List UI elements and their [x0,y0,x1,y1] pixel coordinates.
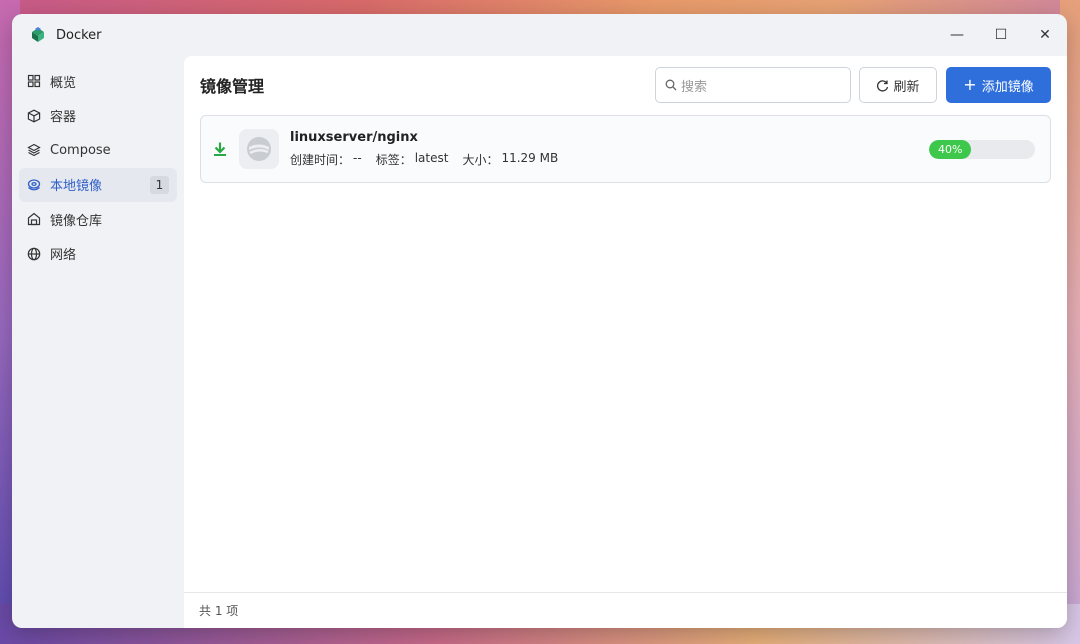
item-count: 共 1 项 [199,604,239,618]
docker-app-icon [32,27,44,42]
sidebar-item-label: 本地镜像 [50,179,103,194]
add-image-label: 添加镜像 [981,79,1034,95]
docker-window: Docker — ☐ ✕ 概览 容器 Compose 本地镜像 1 镜像仓库 网… [12,14,1067,628]
disk-icon [27,178,41,192]
sidebar-item-containers[interactable]: 容器 [19,99,177,133]
layers-icon [27,143,41,157]
sidebar-item-label: 镜像仓库 [50,213,103,229]
size-value: 11.29 MB [501,151,559,165]
grid-icon [27,74,41,88]
sidebar: 概览 容器 Compose 本地镜像 1 镜像仓库 网络 [12,56,184,628]
plus-icon: + [963,75,977,94]
search-icon [665,79,677,91]
sidebar-item-label: 容器 [50,110,77,125]
sidebar-item-label: 网络 [50,248,77,263]
minimize-button[interactable]: — [935,14,979,56]
sidebar-item-registry[interactable]: 镜像仓库 [19,202,177,236]
close-button[interactable]: ✕ [1023,14,1067,56]
size-label: 大小： [462,153,499,167]
count-badge: 1 [150,175,169,194]
title-bar: Docker — ☐ ✕ [12,14,1067,56]
image-list-item[interactable]: linuxserver/nginx 创建时间： -- 标签： latest 大小… [200,115,1051,183]
sidebar-item-compose[interactable]: Compose [19,133,177,167]
add-image-button[interactable]: + 添加镜像 [946,67,1051,103]
sidebar-item-label: 概览 [50,75,77,91]
page-title: 镜像管理 [200,77,265,96]
sidebar-item-overview[interactable]: 概览 [19,64,177,98]
globe-icon [27,247,41,261]
progress-fill: 40% [929,139,972,159]
created-label: 创建时间： [290,153,351,167]
app-title: Docker [56,27,102,43]
download-progress-bar: 40% [929,139,1035,159]
refresh-label: 刷新 [893,79,920,95]
download-icon [214,142,226,156]
tag-label: 标签： [375,153,412,167]
search-placeholder: 搜索 [681,79,708,95]
cube-icon [27,109,41,123]
sidebar-item-local-images[interactable]: 本地镜像 1 [19,167,177,202]
image-name: linuxserver/nginx [290,130,418,145]
refresh-button[interactable]: 刷新 [859,67,937,103]
footer: 共 1 项 [184,592,1067,628]
main-panel: 镜像管理 搜索 刷新 + 添加镜像 linuxserver/nginx 创建时间… [184,56,1067,628]
image-placeholder-icon [247,137,271,161]
sidebar-item-network[interactable]: 网络 [19,237,177,271]
main-header: 镜像管理 搜索 刷新 + 添加镜像 [184,56,1067,114]
tag-value: latest [414,151,449,165]
created-value: -- [353,151,362,165]
sidebar-item-label: Compose [50,142,111,158]
refresh-icon [877,79,889,92]
warehouse-icon [27,212,41,226]
search-input[interactable]: 搜索 [655,67,851,103]
progress-text: 40% [937,142,963,156]
image-avatar [239,129,279,169]
maximize-button[interactable]: ☐ [979,14,1023,56]
